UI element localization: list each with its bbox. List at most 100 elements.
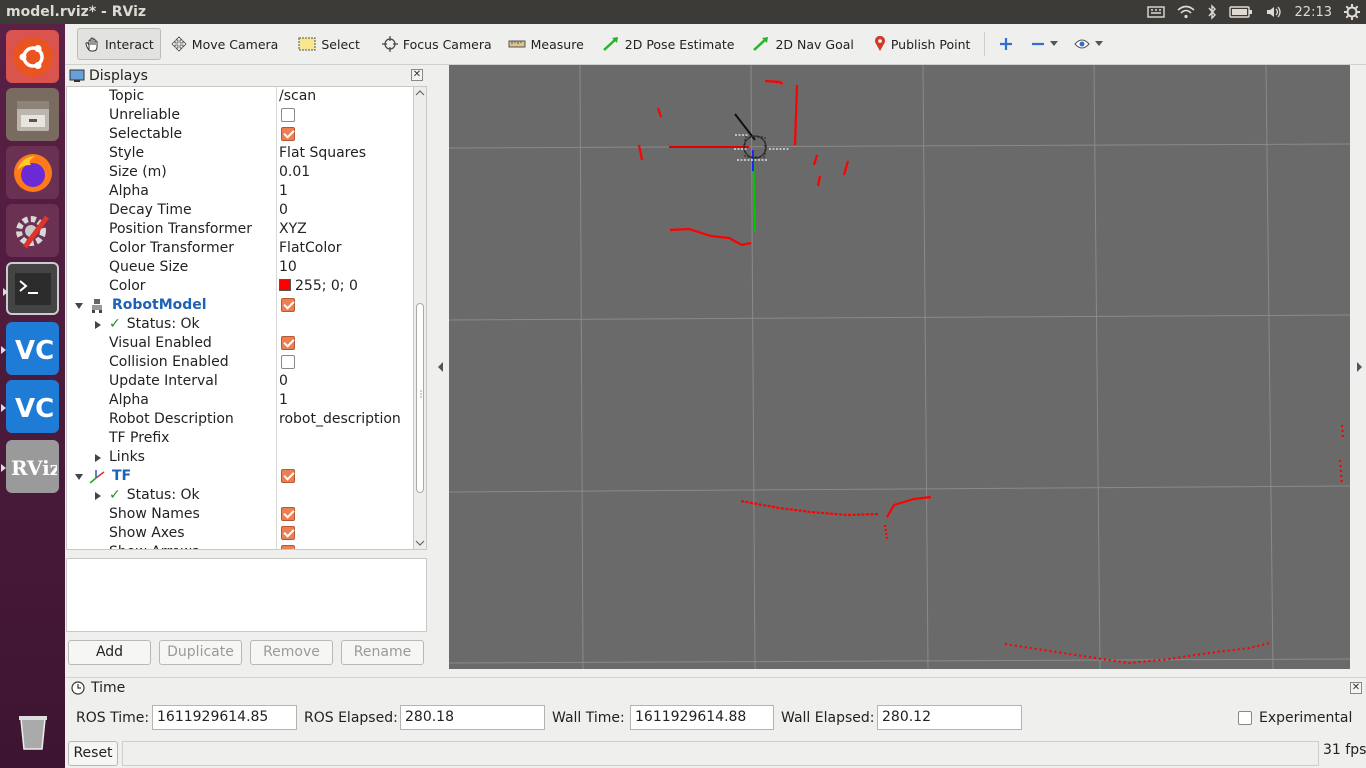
firefox-icon[interactable]: [6, 146, 59, 199]
add-tool-button[interactable]: [993, 28, 1019, 60]
expand-arrow-icon[interactable]: [95, 492, 101, 500]
property-value[interactable]: 1: [279, 182, 288, 201]
bluetooth-icon[interactable]: [1207, 0, 1217, 24]
unreliable-checkbox[interactable]: [281, 108, 295, 122]
property-value[interactable]: Flat Squares: [279, 144, 366, 163]
displays-scrollbar[interactable]: [413, 86, 427, 550]
remove-display-button[interactable]: Remove: [250, 640, 333, 665]
color-swatch[interactable]: [279, 279, 291, 291]
tree-row-update-interval[interactable]: Update Interval 0: [67, 372, 413, 391]
tree-row-show-axes[interactable]: Show Axes: [67, 524, 413, 543]
left-dock-collapse-handle[interactable]: [420, 65, 449, 669]
tree-row-selectable[interactable]: Selectable: [67, 125, 413, 144]
tree-row-color[interactable]: Color 255; 0; 0: [67, 277, 413, 296]
tree-row-tf[interactable]: TF: [67, 467, 413, 486]
property-value[interactable]: 0: [279, 372, 288, 391]
tree-row-robot-description[interactable]: Robot Description robot_description: [67, 410, 413, 429]
color-value[interactable]: 255; 0; 0: [279, 277, 358, 296]
tree-row-show-names[interactable]: Show Names: [67, 505, 413, 524]
visual-enabled-checkbox[interactable]: [281, 336, 295, 350]
chevron-right-icon[interactable]: [1355, 362, 1363, 372]
tree-row-robot-alpha[interactable]: Alpha 1: [67, 391, 413, 410]
reset-button[interactable]: Reset: [68, 741, 118, 766]
property-value[interactable]: 0.01: [279, 163, 310, 182]
tree-row-queue-size[interactable]: Queue Size 10: [67, 258, 413, 277]
wall-time-field[interactable]: 1611929614.88: [630, 705, 774, 730]
show-axes-checkbox[interactable]: [281, 526, 295, 540]
battery-icon[interactable]: [1228, 0, 1253, 24]
right-dock-collapse-handle[interactable]: [1350, 65, 1366, 669]
wall-elapsed-field[interactable]: 280.12: [877, 705, 1022, 730]
displays-close-button[interactable]: ✕: [411, 69, 423, 81]
tree-row-color-transformer[interactable]: Color Transformer FlatColor: [67, 239, 413, 258]
wifi-icon[interactable]: [1177, 0, 1195, 24]
collapse-arrow-icon[interactable]: [75, 303, 83, 309]
remove-tool-button[interactable]: [1025, 28, 1064, 60]
property-value[interactable]: 0: [279, 201, 288, 220]
measure-tool-button[interactable]: Measure: [502, 28, 590, 60]
property-value[interactable]: FlatColor: [279, 239, 342, 258]
tree-row-tf-status[interactable]: ✓ Status: Ok: [67, 486, 413, 505]
tree-row-tf-prefix[interactable]: TF Prefix: [67, 429, 413, 448]
view-options-button[interactable]: [1068, 28, 1109, 60]
show-arrows-checkbox[interactable]: [281, 545, 295, 549]
scene-svg[interactable]: [449, 65, 1350, 669]
collision-enabled-checkbox[interactable]: [281, 355, 295, 369]
scroll-down-icon[interactable]: [414, 539, 426, 547]
property-value[interactable]: /scan: [279, 87, 316, 106]
property-value[interactable]: 10: [279, 258, 297, 277]
selectable-checkbox[interactable]: [281, 127, 295, 141]
duplicate-display-button[interactable]: Duplicate: [159, 640, 242, 665]
vnc-viewer-icon-2[interactable]: VC: [1, 380, 59, 433]
tree-row-alpha[interactable]: Alpha 1: [67, 182, 413, 201]
vnc-viewer-icon[interactable]: VC: [1, 322, 59, 375]
scroll-up-icon[interactable]: [414, 89, 426, 97]
move-camera-tool-button[interactable]: Move Camera: [165, 28, 285, 60]
focus-camera-tool-button[interactable]: Focus Camera: [376, 28, 498, 60]
tree-row-style[interactable]: Style Flat Squares: [67, 144, 413, 163]
tree-row-size[interactable]: Size (m) 0.01: [67, 163, 413, 182]
property-value[interactable]: robot_description: [279, 410, 401, 429]
2d-pose-estimate-tool-button[interactable]: 2D Pose Estimate: [596, 28, 741, 60]
time-close-button[interactable]: ✕: [1350, 682, 1362, 694]
tree-row-topic[interactable]: Topic /scan: [67, 87, 413, 106]
tree-row-collision-enabled[interactable]: Collision Enabled: [67, 353, 413, 372]
collapse-arrow-icon[interactable]: [75, 474, 83, 480]
property-value[interactable]: XYZ: [279, 220, 307, 239]
show-names-checkbox[interactable]: [281, 507, 295, 521]
publish-point-tool-button[interactable]: Publish Point: [868, 28, 977, 60]
expand-arrow-icon[interactable]: [95, 321, 101, 329]
system-settings-icon[interactable]: [6, 204, 59, 257]
keyboard-icon[interactable]: [1146, 0, 1165, 24]
trash-icon[interactable]: [6, 704, 59, 757]
tree-row-unreliable[interactable]: Unreliable: [67, 106, 413, 125]
rviz-icon[interactable]: RViz: [1, 440, 59, 493]
tree-row-position-transformer[interactable]: Position Transformer XYZ: [67, 220, 413, 239]
ros-elapsed-field[interactable]: 280.18: [400, 705, 545, 730]
experimental-checkbox[interactable]: [1238, 711, 1252, 725]
clock[interactable]: 22:13: [1295, 0, 1332, 24]
ubuntu-dash-icon[interactable]: [6, 30, 59, 83]
tree-row-decay-time[interactable]: Decay Time 0: [67, 201, 413, 220]
tree-row-robotmodel-status[interactable]: ✓ Status: Ok: [67, 315, 413, 334]
terminal-icon[interactable]: [3, 262, 59, 315]
tf-enabled-checkbox[interactable]: [281, 469, 295, 483]
rename-display-button[interactable]: Rename: [341, 640, 424, 665]
tree-row-robotmodel[interactable]: RobotModel: [67, 296, 413, 315]
interact-tool-button[interactable]: Interact: [77, 28, 161, 60]
gear-icon[interactable]: [1344, 0, 1360, 24]
tree-row-links[interactable]: Links: [67, 448, 413, 467]
files-icon[interactable]: [6, 88, 59, 141]
expand-arrow-icon[interactable]: [95, 454, 101, 462]
2d-nav-goal-tool-button[interactable]: 2D Nav Goal: [746, 28, 859, 60]
3d-render-view[interactable]: [449, 65, 1350, 669]
add-display-button[interactable]: Add: [68, 640, 151, 665]
robotmodel-enabled-checkbox[interactable]: [281, 298, 295, 312]
select-tool-button[interactable]: Select: [292, 28, 366, 60]
chevron-left-icon[interactable]: [437, 362, 445, 372]
ros-time-field[interactable]: 1611929614.85: [152, 705, 297, 730]
volume-icon[interactable]: [1265, 0, 1283, 24]
tree-row-show-arrows[interactable]: Show Arrows: [67, 543, 413, 549]
tree-row-visual-enabled[interactable]: Visual Enabled: [67, 334, 413, 353]
property-value[interactable]: 1: [279, 391, 288, 410]
